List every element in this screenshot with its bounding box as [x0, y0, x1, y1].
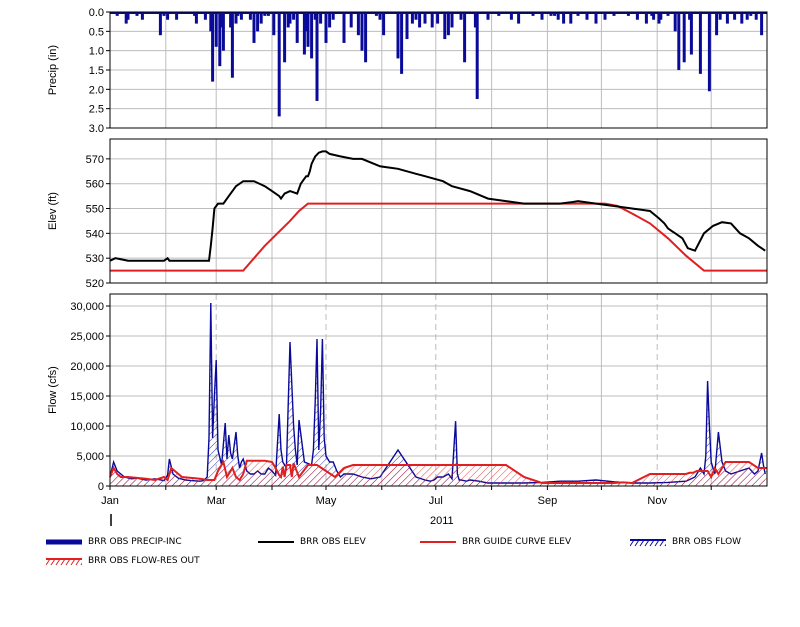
legend-symbol	[258, 541, 294, 543]
flow-ytick-label: 10,000	[70, 421, 104, 433]
precip-bar	[396, 12, 400, 59]
x-tick-label: Sep	[538, 495, 558, 507]
precip-bar	[295, 12, 299, 43]
precip-bar	[315, 12, 319, 101]
legend-symbol	[46, 539, 82, 545]
x-year-label: 2011	[430, 515, 454, 527]
precip-bar	[272, 12, 276, 36]
legend-item: BRR OBS FLOW	[630, 537, 741, 547]
flow-ytick-label: 15,000	[70, 391, 104, 403]
elev-ytick-label: 550	[86, 204, 104, 216]
legend-item: BRR GUIDE CURVE ELEV	[420, 537, 571, 547]
precip-ytick-label: 1.0	[89, 46, 104, 58]
precip-bar	[211, 12, 215, 82]
precip-bar	[418, 12, 422, 28]
precip-ytick-label: 2.5	[89, 104, 104, 116]
legend-item: BRR OBS PRECIP-INC	[46, 537, 182, 547]
flow-ytick-label: 20,000	[70, 361, 104, 373]
flow-panel: 0 5,000 10,000 15,000 20,000 25,000 30,000 Flow…	[47, 294, 767, 493]
precip-bar	[446, 12, 450, 36]
legend-item: BRR OBS ELEV	[258, 537, 366, 547]
precip-bar	[689, 12, 693, 55]
legend-label: BRR OBS PRECIP-INC	[88, 537, 182, 547]
precip-bar	[707, 12, 711, 92]
precip-bar	[283, 12, 287, 63]
precip-bar	[715, 12, 719, 36]
precip-bar	[349, 12, 353, 28]
precip-ytick-label: 3.0	[89, 123, 104, 135]
precip-bar	[356, 12, 360, 36]
precip-bar	[230, 12, 234, 78]
precip-bar	[310, 12, 314, 59]
precip-bar	[214, 12, 218, 47]
x-tick-label: Nov	[647, 495, 667, 507]
legend-label: BRR GUIDE CURVE ELEV	[462, 537, 572, 547]
elev-ytick-label: 520	[86, 278, 104, 290]
precip-bar	[673, 12, 677, 32]
precip-bar	[342, 12, 346, 43]
legend: BRR OBS PRECIP-INC BRR OBS ELEV BRR GUIDE …	[0, 533, 800, 583]
elev-ytick-label: 540	[86, 228, 104, 240]
precip-bar	[256, 12, 260, 32]
precip-bar	[450, 12, 454, 28]
flow-ytick-label: 0	[98, 481, 104, 493]
precip-bar	[221, 12, 225, 51]
x-tick-label: Jul	[429, 495, 443, 507]
precip-bar	[405, 12, 409, 40]
legend-label: BRR OBS FLOW	[672, 537, 742, 547]
precip-bar	[463, 12, 467, 63]
legend-symbol	[630, 539, 666, 547]
precip-bar	[475, 12, 479, 99]
flow-ytick-label: 30,000	[70, 301, 104, 313]
elev-ytick-label: 570	[86, 154, 104, 166]
precip-bar	[677, 12, 681, 70]
precip-panel: 0.0 0.5 1.0 1.5 2.0 2.5 3.0 Precip (in)	[47, 7, 767, 135]
precip-bar	[277, 12, 281, 117]
precip-bar	[698, 12, 702, 74]
x-tick-label: May	[316, 495, 337, 507]
precip-ytick-label: 1.5	[89, 65, 104, 77]
precip-bar	[360, 12, 364, 51]
legend-symbol	[420, 541, 456, 543]
precip-bar	[364, 12, 368, 63]
precip-ytick-label: 0.0	[89, 7, 104, 19]
x-axis: Jan Mar May Jul Sep Nov 2011	[101, 486, 712, 527]
precip-bar	[400, 12, 404, 74]
flow-ytick-label: 25,000	[70, 331, 104, 343]
precip-bar	[306, 12, 310, 47]
legend-label: BRR OBS FLOW-RES OUT	[88, 556, 200, 566]
precip-ylabel: Precip (in)	[47, 45, 59, 95]
legend-symbol	[46, 558, 82, 566]
x-tick-label: Jan	[101, 495, 119, 507]
precip-bar	[382, 12, 386, 36]
x-tick-label: Mar	[207, 495, 226, 507]
legend-item: BRR OBS FLOW-RES OUT	[46, 556, 200, 566]
precip-bar	[760, 12, 764, 36]
precip-bar	[328, 12, 332, 28]
flow-ytick-label: 5,000	[76, 451, 104, 463]
flow-ylabel: Flow (cfs)	[47, 366, 59, 414]
precip-bar	[252, 12, 256, 43]
elev-panel: 520 530 540 550 560 570 Elev (ft)	[47, 139, 767, 290]
elev-ylabel: Elev (ft)	[47, 192, 59, 230]
legend-label: BRR OBS ELEV	[300, 537, 366, 547]
precip-bar	[682, 12, 686, 63]
precip-bar	[158, 12, 162, 36]
elev-ytick-label: 560	[86, 179, 104, 191]
precip-bar	[430, 12, 434, 28]
precip-bar	[443, 12, 447, 40]
precip-ytick-label: 0.5	[89, 26, 104, 38]
precip-ytick-label: 2.0	[89, 84, 104, 96]
elev-ytick-label: 530	[86, 253, 104, 265]
precip-bar	[324, 12, 328, 43]
